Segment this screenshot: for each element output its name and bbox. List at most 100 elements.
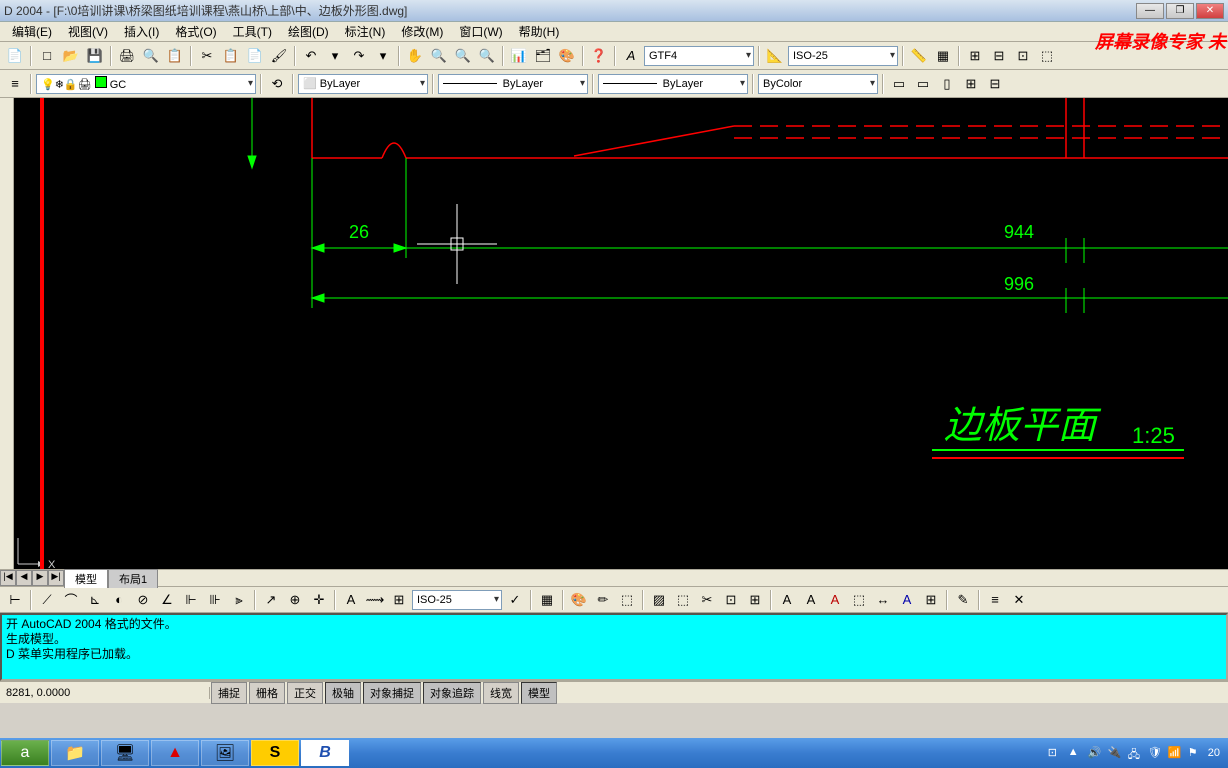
dim-leader-icon[interactable]: ↗	[260, 589, 282, 611]
text4-icon[interactable]: ⬚	[848, 589, 870, 611]
tray-icon-8[interactable]: ⚑	[1188, 746, 1202, 760]
layer-previous-icon[interactable]: ⟲	[266, 73, 288, 95]
osnap-toggle[interactable]: 对象捕捉	[363, 682, 421, 704]
color-dropdown[interactable]: ⬜ ByLayer	[298, 74, 428, 94]
text5-icon[interactable]: ↔	[872, 589, 894, 611]
otrack-toggle[interactable]: 对象追踪	[423, 682, 481, 704]
text1-icon[interactable]: A	[776, 589, 798, 611]
redo-icon[interactable]: ↷	[348, 45, 370, 67]
dim-ordinate-icon[interactable]: ⊾	[84, 589, 106, 611]
text3-icon[interactable]: A	[824, 589, 846, 611]
model-toggle[interactable]: 模型	[521, 682, 557, 704]
menu-view[interactable]: 视图(V)	[60, 21, 116, 42]
dimstyle-icon[interactable]: 📐	[764, 45, 786, 67]
text8-icon[interactable]: ✎	[952, 589, 974, 611]
task-app4[interactable]: B	[301, 740, 349, 766]
task-desktop[interactable]: 🖥	[101, 740, 149, 766]
tray-icon-2[interactable]: ▲	[1068, 746, 1082, 760]
linetype-dropdown[interactable]: ByLayer	[438, 74, 588, 94]
ortho-toggle[interactable]: 正交	[287, 682, 323, 704]
menu-dimension[interactable]: 标注(N)	[337, 21, 394, 42]
cut-icon[interactable]: ✂	[196, 45, 218, 67]
menu-edit[interactable]: 编辑(E)	[4, 21, 60, 42]
dist-icon[interactable]: 📏	[908, 45, 930, 67]
mod9-icon[interactable]: ⊞	[744, 589, 766, 611]
mod1-icon[interactable]: ▦	[536, 589, 558, 611]
text6-icon[interactable]: A	[896, 589, 918, 611]
menu-format[interactable]: 格式(O)	[167, 21, 224, 42]
dim-baseline-icon[interactable]: ⊪	[204, 589, 226, 611]
tray-icon-1[interactable]: ⊡	[1048, 746, 1062, 760]
layout-nav-first[interactable]: |◀	[0, 570, 16, 586]
text7-icon[interactable]: ⊞	[920, 589, 942, 611]
designcenter-icon[interactable]: 🗂	[532, 45, 554, 67]
dim-continue-icon[interactable]: ⫸	[228, 589, 250, 611]
task-start[interactable]: a	[1, 740, 49, 766]
copy-icon[interactable]: 📋	[220, 45, 242, 67]
layers-icon[interactable]: ≡	[4, 73, 26, 95]
dim-tedit-icon[interactable]: ⟿	[364, 589, 386, 611]
menu-help[interactable]: 帮助(H)	[511, 21, 568, 42]
menu-tools[interactable]: 工具(T)	[225, 21, 280, 42]
vp3-icon[interactable]: ▯	[936, 73, 958, 95]
mod6-icon[interactable]: ⬚	[672, 589, 694, 611]
mod4-icon[interactable]: ⬚	[616, 589, 638, 611]
new-icon[interactable]: □	[36, 45, 58, 67]
tray-icon-7[interactable]: 📶	[1168, 746, 1182, 760]
toolpalettes-icon[interactable]: 🎨	[556, 45, 578, 67]
mod2-icon[interactable]: 🎨	[568, 589, 590, 611]
layout-nav-prev[interactable]: ◀	[16, 570, 32, 586]
side-palette[interactable]	[0, 98, 14, 569]
pan-icon[interactable]: ✋	[404, 45, 426, 67]
dim-radius-icon[interactable]: ◐	[108, 589, 130, 611]
dim-style-dropdown[interactable]: ISO-25	[412, 590, 502, 610]
vp1-icon[interactable]: ▭	[888, 73, 910, 95]
area-icon[interactable]: ▦	[932, 45, 954, 67]
matchprop-icon[interactable]: 🖌	[268, 45, 290, 67]
undo-icon[interactable]: ↶	[300, 45, 322, 67]
task-app3[interactable]: S	[251, 740, 299, 766]
mod8-icon[interactable]: ⊡	[720, 589, 742, 611]
mod3-icon[interactable]: ✏	[592, 589, 614, 611]
tool4-icon[interactable]: ⬚	[1036, 45, 1058, 67]
undo-dropdown-icon[interactable]: ▾	[324, 45, 346, 67]
zoom-previous-icon[interactable]: 🔍	[476, 45, 498, 67]
textstyle-dropdown[interactable]: GTF4	[644, 46, 754, 66]
text2-icon[interactable]: A	[800, 589, 822, 611]
drawing-area[interactable]: X	[0, 98, 1228, 569]
redo-dropdown-icon[interactable]: ▾	[372, 45, 394, 67]
model-space-canvas[interactable]: X	[14, 98, 1228, 569]
layout-nav-next[interactable]: ▶	[32, 570, 48, 586]
dim-quick-icon[interactable]: ⊩	[180, 589, 202, 611]
vp4-icon[interactable]: ⊞	[960, 73, 982, 95]
publish-icon[interactable]: 📋	[164, 45, 186, 67]
tray-icon-6[interactable]: 🛡	[1148, 746, 1162, 760]
print-icon[interactable]: 🖨	[116, 45, 138, 67]
save-icon[interactable]: 💾	[84, 45, 106, 67]
zoom-window-icon[interactable]: 🔍	[452, 45, 474, 67]
zoom-realtime-icon[interactable]: 🔍	[428, 45, 450, 67]
dim-edit-icon[interactable]: A	[340, 589, 362, 611]
mod5-icon[interactable]: ▨	[648, 589, 670, 611]
tab-model[interactable]: 模型	[64, 569, 108, 588]
lineweight-dropdown[interactable]: ByLayer	[598, 74, 748, 94]
minimize-button[interactable]: —	[1136, 3, 1164, 19]
tool1-icon[interactable]: ⊞	[964, 45, 986, 67]
help-icon[interactable]: ❓	[588, 45, 610, 67]
task-app1[interactable]: ▲	[151, 740, 199, 766]
vp2-icon[interactable]: ▭	[912, 73, 934, 95]
dim-linear-icon[interactable]: ⊢	[4, 589, 26, 611]
preview-icon[interactable]: 🔍	[140, 45, 162, 67]
tray-icon-3[interactable]: 🔊	[1088, 746, 1102, 760]
menu-modify[interactable]: 修改(M)	[393, 21, 451, 42]
command-window[interactable]: 开 AutoCAD 2004 格式的文件。 生成模型。 D 菜单实用程序已加载。	[0, 613, 1228, 681]
mod7-icon[interactable]: ✂	[696, 589, 718, 611]
dim-angular-icon[interactable]: ∠	[156, 589, 178, 611]
snap-toggle[interactable]: 捕捉	[211, 682, 247, 704]
close-button[interactable]: ✕	[1196, 3, 1224, 19]
tab-layout1[interactable]: 布局1	[108, 569, 158, 588]
tool3-icon[interactable]: ⊡	[1012, 45, 1034, 67]
tray-clock[interactable]: 20	[1208, 747, 1220, 759]
open-icon[interactable]: 📂	[60, 45, 82, 67]
properties-icon[interactable]: 📊	[508, 45, 530, 67]
